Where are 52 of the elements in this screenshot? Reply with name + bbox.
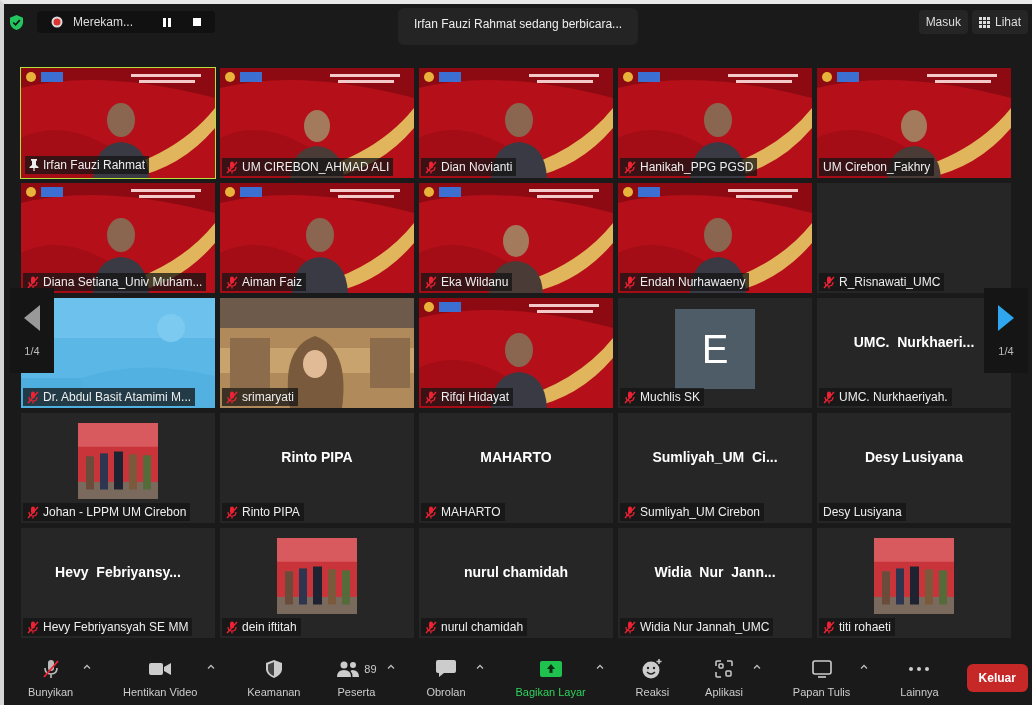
participant-name: nurul chamidah [441, 620, 524, 634]
page-indicator: 1/4 [998, 344, 1014, 357]
toolbar-button[interactable]: 89 Peserta [332, 656, 381, 700]
toolbar-button[interactable]: Aplikasi [701, 656, 747, 700]
participant-name: dein iftitah [242, 620, 297, 634]
participant-name: UMC. Nurkhaeriyah. [839, 390, 948, 404]
toolbar-button[interactable]: Bunyikan [23, 656, 78, 700]
participant-display-name: Hevy Febriyansy... [55, 564, 181, 580]
participant-display-name: UMC. Nurkhaeri... [853, 334, 975, 350]
toolbar-button[interactable]: Lainnya [896, 656, 943, 700]
participant-name: Hevy Febriyansyah SE MM [43, 620, 189, 634]
leave-button[interactable]: Keluar [966, 664, 1028, 692]
participant-count: 89 [364, 663, 377, 675]
participant-name: Aiman Faiz [242, 275, 303, 289]
participant-name: Johan - LPPM UM Cirebon [43, 505, 187, 519]
participant-name: Dr. Abdul Basit Atamimi M... [43, 390, 192, 404]
avatar: E [675, 309, 755, 389]
toolbar-button[interactable]: Obrolan [422, 656, 470, 700]
participant-name: Muchlis SK [640, 390, 701, 404]
participant-name: R_Risnawati_UMC [839, 275, 941, 289]
toolbar-button[interactable]: Keamanan [243, 656, 305, 700]
participant-name: UM CIREBON_AHMAD ALI [242, 160, 390, 174]
participant-name: Irfan Fauzi Rahmat [43, 158, 146, 172]
participant-name: Hanikah_PPG PGSD [640, 160, 754, 174]
participant-name: Rifqi Hidayat [441, 390, 510, 404]
view-button[interactable]: Lihat [971, 10, 1028, 34]
participant-name: Diana Setiana_Univ Muham... [43, 275, 203, 289]
page-indicator: 1/4 [24, 344, 40, 357]
participant-name: Desy Lusiyana [823, 505, 902, 519]
toolbar-button[interactable]: Reaksi [631, 656, 674, 700]
participant-name: titi rohaeti [839, 620, 892, 634]
participant-name: Dian Novianti [441, 160, 513, 174]
participant-name: Endah Nurhawaeny [640, 275, 746, 289]
participant-name: Sumliyah_UM Cirebon [640, 505, 761, 519]
recording-label: Merekam... [73, 15, 133, 29]
toolbar-button[interactable]: Papan Tulis [788, 656, 855, 700]
toolbar-button[interactable]: Hentikan Video [119, 656, 202, 700]
toolbar-button[interactable]: Bagikan Layar [511, 656, 590, 700]
participant-display-name: nurul chamidah [463, 564, 569, 580]
participant-name: srimaryati [242, 390, 294, 404]
speaker-notice: Irfan Fauzi Rahmat sedang berbicara... [397, 8, 639, 45]
participant-display-name: MAHARTO [480, 449, 552, 465]
participant-display-name: Desy Lusiyana [864, 449, 964, 465]
participant-display-name: Widia Nur Jann... [654, 564, 776, 580]
participant-name: Widia Nur Jannah_UMC [640, 620, 770, 634]
participant-name: MAHARTO [441, 505, 501, 519]
participant-name: Rinto PIPA [242, 505, 300, 519]
enter-button[interactable]: Masuk [918, 10, 968, 34]
participant-name: Eka Wildanu [441, 275, 509, 289]
participant-display-name: Sumliyah_UM Ci... [652, 449, 778, 465]
participant-name: UM Cirebon_Fakhry [823, 160, 931, 174]
participant-display-name: Rinto PIPA [281, 449, 353, 465]
